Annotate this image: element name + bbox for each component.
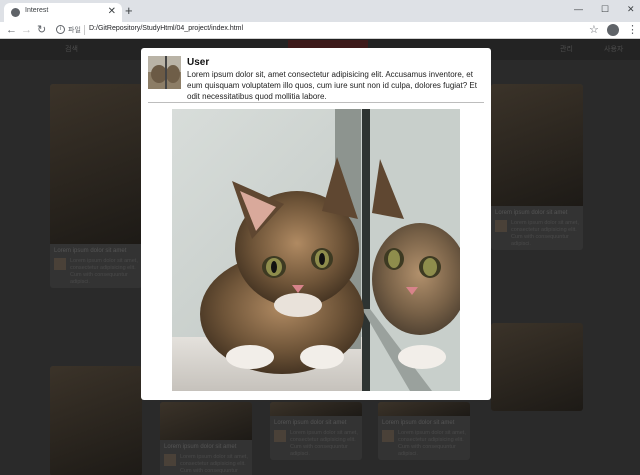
card-text: Lorem ipsum dolor sit amet, consectetur … [180, 454, 248, 474]
card-comment: Lorem ipsum dolor sit amet, consectetur … [50, 256, 142, 288]
feed-card[interactable]: Lorem ipsum dolor sit amet Lorem ipsum d… [491, 84, 583, 250]
card-caption: Lorem ipsum dolor sit amet [382, 420, 455, 426]
address-bar[interactable]: D:/GitRepository/StudyHtml/04_project/in… [89, 25, 243, 32]
card-avatar [164, 454, 176, 466]
minimize-icon[interactable]: — [574, 3, 583, 15]
card-text: Lorem ipsum dolor sit amet, consectetur … [290, 430, 358, 457]
post-modal: User Lorem ipsum dolor sit, amet consect… [141, 48, 491, 400]
bookmark-star-icon[interactable]: ☆ [589, 23, 599, 37]
address-scheme: 파일 [68, 27, 81, 34]
card-caption: Lorem ipsum dolor sit amet [54, 248, 127, 254]
back-arrow-icon[interactable]: ← [6, 23, 17, 37]
card-image [491, 84, 583, 206]
card-image [270, 402, 362, 416]
card-image [491, 323, 583, 411]
card-caption: Lorem ipsum dolor sit amet [164, 444, 237, 450]
card-comment: Lorem ipsum dolor sit amet, consectetur … [160, 452, 252, 475]
menu-kebab-icon[interactable]: ⋮ [627, 23, 638, 37]
feed-card[interactable]: Lorem ipsum dolor sit amet Lorem ipsum d… [378, 402, 470, 460]
feed-card[interactable]: Lorem ipsum dolor sit amet Lorem ipsum d… [160, 402, 252, 475]
card-comment: Lorem ipsum dolor sit amet, consectetur … [270, 428, 362, 460]
modal-divider [148, 102, 484, 103]
card-text: Lorem ipsum dolor sit amet, consectetur … [511, 220, 579, 247]
browser-toolbar: ← → ↻ i 파일 D:/GitRepository/StudyHtml/04… [0, 22, 640, 39]
forward-arrow-icon[interactable]: → [21, 23, 32, 37]
user-avatar[interactable] [148, 56, 181, 89]
header-search[interactable]: 검색 [65, 44, 78, 54]
card-avatar [495, 220, 507, 232]
close-window-icon[interactable]: ✕ [627, 3, 635, 15]
header-link-admin[interactable]: 관리 [560, 44, 573, 54]
tab-title: Interest [25, 7, 49, 14]
card-comment: Lorem ipsum dolor sit amet, consectetur … [491, 218, 583, 250]
browser-tab[interactable]: Interest ✕ [4, 3, 122, 22]
card-comment: Lorem ipsum dolor sit amet, consectetur … [378, 428, 470, 460]
feed-card[interactable]: Lorem ipsum dolor sit amet Lorem ipsum d… [50, 84, 142, 288]
post-description: Lorem ipsum dolor sit, amet consectetur … [187, 70, 477, 101]
site-logo[interactable] [288, 40, 368, 48]
globe-icon [11, 8, 20, 17]
account-icon[interactable] [607, 24, 619, 36]
post-username: User [187, 57, 210, 68]
card-caption: Lorem ipsum dolor sit amet [495, 210, 568, 216]
card-text: Lorem ipsum dolor sit amet, consectetur … [398, 430, 466, 457]
browser-tab-bar: Interest ✕ + — ☐ ✕ [0, 0, 640, 22]
post-photo [172, 109, 460, 391]
card-image [160, 402, 252, 440]
card-text: Lorem ipsum dolor sit amet, consectetur … [70, 258, 138, 285]
maximize-icon[interactable]: ☐ [601, 3, 609, 15]
card-image [378, 402, 470, 416]
address-divider [84, 25, 85, 35]
card-caption: Lorem ipsum dolor sit amet [274, 420, 347, 426]
reload-icon[interactable]: ↻ [37, 23, 46, 37]
card-avatar [274, 430, 286, 442]
card-avatar [382, 430, 394, 442]
header-link-user[interactable]: 사용자 [604, 44, 623, 54]
feed-card[interactable]: Lorem ipsum dolor sit amet Lorem ipsum d… [270, 402, 362, 460]
feed-card[interactable] [491, 323, 583, 411]
card-avatar [54, 258, 66, 270]
info-icon[interactable]: i [56, 25, 65, 34]
card-image [50, 84, 142, 244]
card-image [50, 366, 142, 475]
new-tab-button[interactable]: + [125, 3, 133, 19]
feed-card[interactable] [50, 366, 142, 475]
close-tab-icon[interactable]: ✕ [108, 5, 116, 19]
